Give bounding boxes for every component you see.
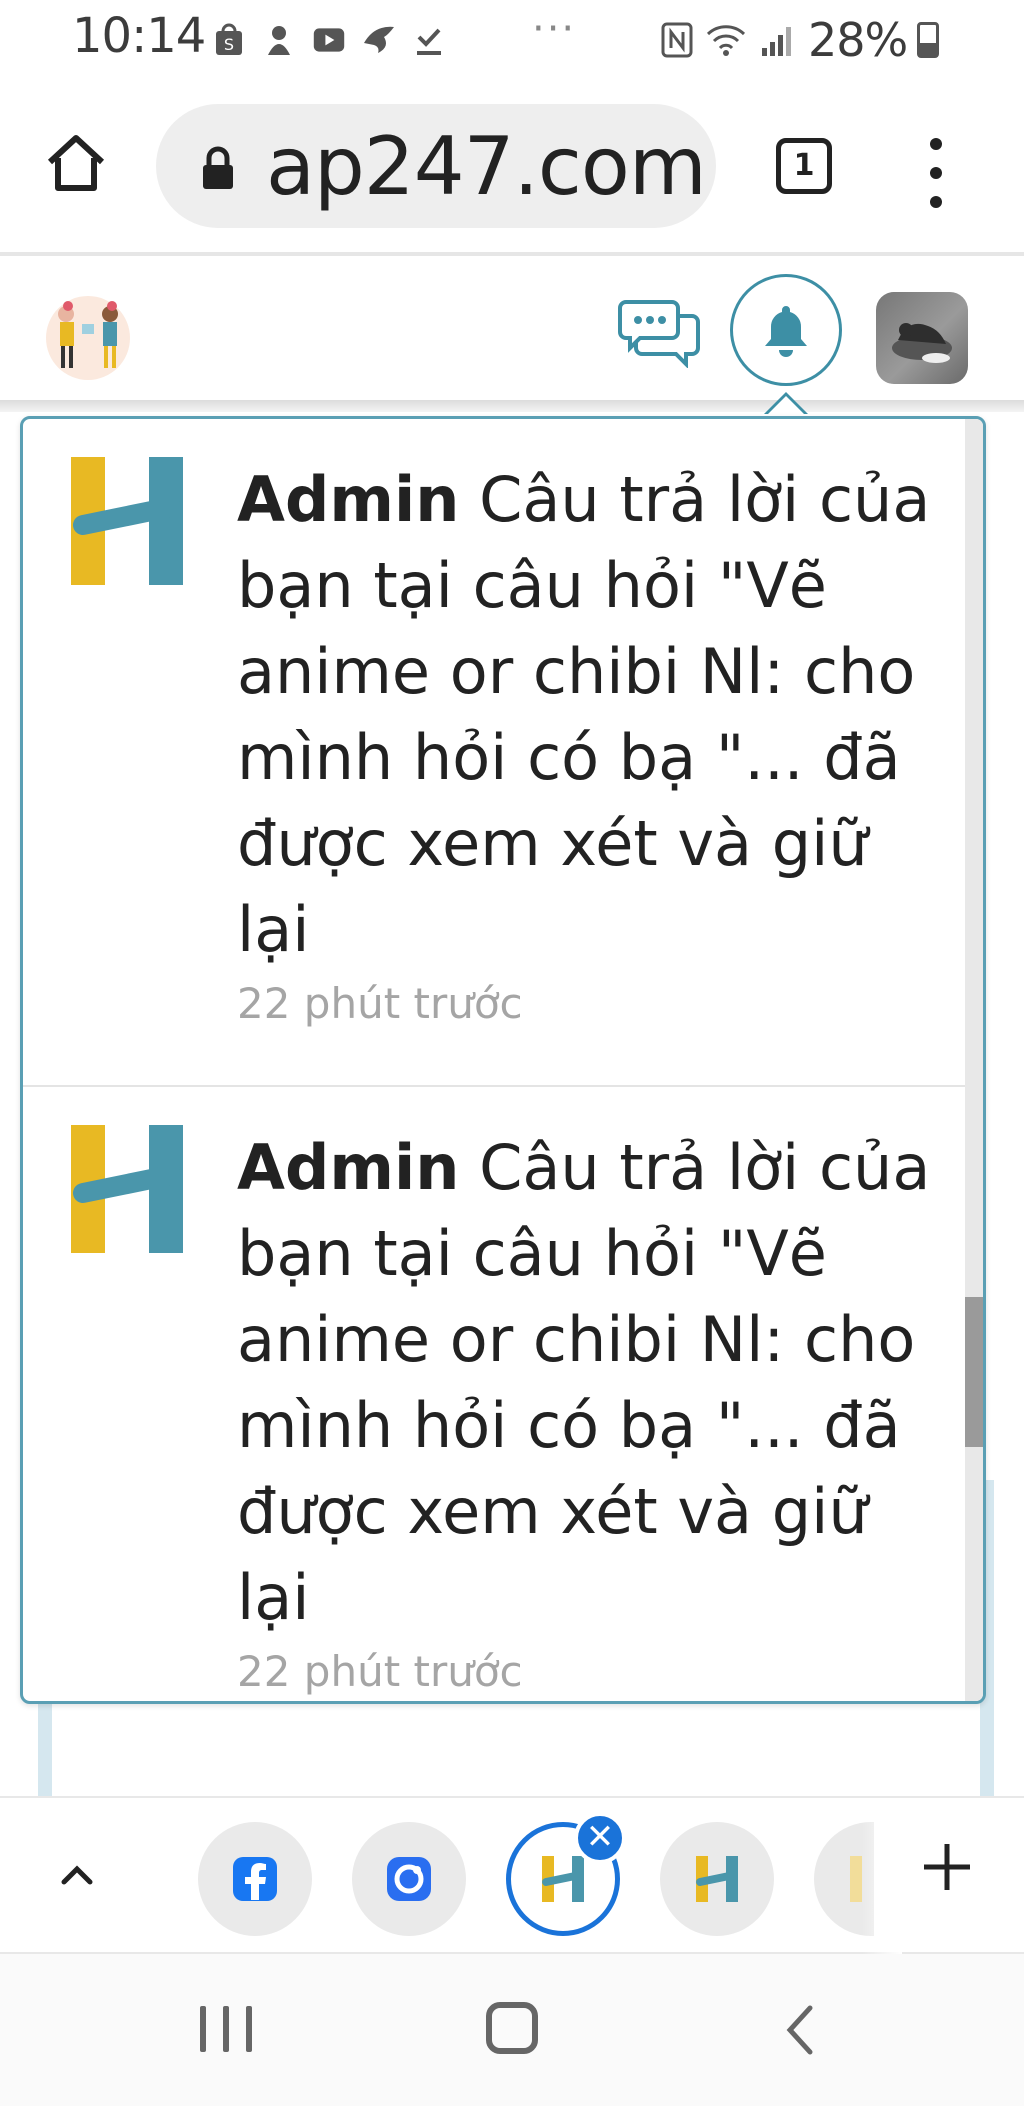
dropdown-scrollbar[interactable] [965,419,983,1701]
battery-icon [917,22,940,58]
shopping-bag-icon: S [212,22,246,58]
chat-bubbles-icon [618,300,700,369]
svg-text:S: S [224,35,234,54]
tab-hoc247[interactable] [660,1822,774,1936]
status-bar: 10:14 S ··· 28% [0,0,1024,80]
url-text: ap247.com [266,120,707,213]
notifications-button[interactable] [730,274,842,386]
bottom-tab-strip: ✕ [0,1796,1024,1954]
browser-menu-button[interactable] [916,138,956,208]
hoc247-tab-icon [696,1856,738,1902]
battery-percentage: 28% [808,13,908,67]
wifi-icon [704,22,748,58]
status-time: 10:14 [72,8,206,64]
chevron-up-icon [61,1865,93,1885]
browser-toolbar: ap247.com 1 [0,80,1024,256]
notification-message: Câu trả lời của bạn tại câu hỏi "Vẽ anim… [237,463,931,966]
app-tab-icon [387,1857,431,1901]
hoc247-logo-icon [71,1123,183,1255]
lock-icon [200,146,236,190]
close-tab-button[interactable]: ✕ [574,1812,626,1864]
recent-apps-button[interactable] [200,2006,252,2052]
signal-icon [758,22,798,58]
bell-icon [765,306,807,357]
home-button[interactable] [40,128,112,200]
notification-text: Admin Câu trả lời của bạn tại câu hỏi "V… [237,457,937,973]
hoc247-logo-icon [71,455,183,587]
tab-messenger-app[interactable] [352,1822,466,1936]
bird-app-icon [362,22,396,58]
notification-sender: Admin [237,1131,460,1204]
home-nav-button[interactable] [486,2002,538,2054]
notifications-dropdown: Admin Câu trả lời của bạn tại câu hỏi "V… [20,416,986,1704]
notification-item[interactable]: Admin Câu trả lời của bạn tại câu hỏi "V… [23,1087,965,1701]
status-notification-icons: S [212,12,446,68]
scrollbar-thumb[interactable] [965,1297,983,1447]
download-complete-icon [412,22,446,58]
notification-time: 22 phút trước [237,979,523,1028]
app-notification-icon [262,22,296,58]
tab-facebook[interactable] [198,1822,312,1936]
notification-sender: Admin [237,463,460,536]
site-logo[interactable] [40,288,136,384]
more-notifications-indicator: ··· [532,6,577,52]
user-avatar[interactable] [876,292,968,384]
home-icon [47,135,105,191]
hoc247-tab-icon [850,1856,862,1902]
new-tab-button[interactable] [920,1840,974,1894]
address-bar[interactable]: ap247.com [156,104,716,228]
notification-item[interactable]: Admin Câu trả lời của bạn tại câu hỏi "V… [23,419,965,1087]
notification-text: Admin Câu trả lời của bạn tại câu hỏi "V… [237,1125,937,1641]
tab-switcher-button[interactable]: 1 [776,138,832,194]
facebook-icon [233,1857,277,1901]
messages-button[interactable] [618,296,702,369]
notification-message: Câu trả lời của bạn tại câu hỏi "Vẽ anim… [237,1131,931,1634]
status-system-icons: 28% [660,12,940,68]
back-icon [786,2005,813,2055]
back-button[interactable] [780,2002,820,2058]
site-header [0,256,1024,412]
hoc247-tab-icon [542,1856,584,1902]
expand-tabs-button[interactable] [52,1850,102,1900]
notification-time: 22 phút trước [237,1647,523,1696]
nfc-icon [660,22,694,58]
system-navigation-bar [0,1954,1024,2106]
video-app-icon [312,22,346,58]
plus-icon [924,1844,970,1890]
